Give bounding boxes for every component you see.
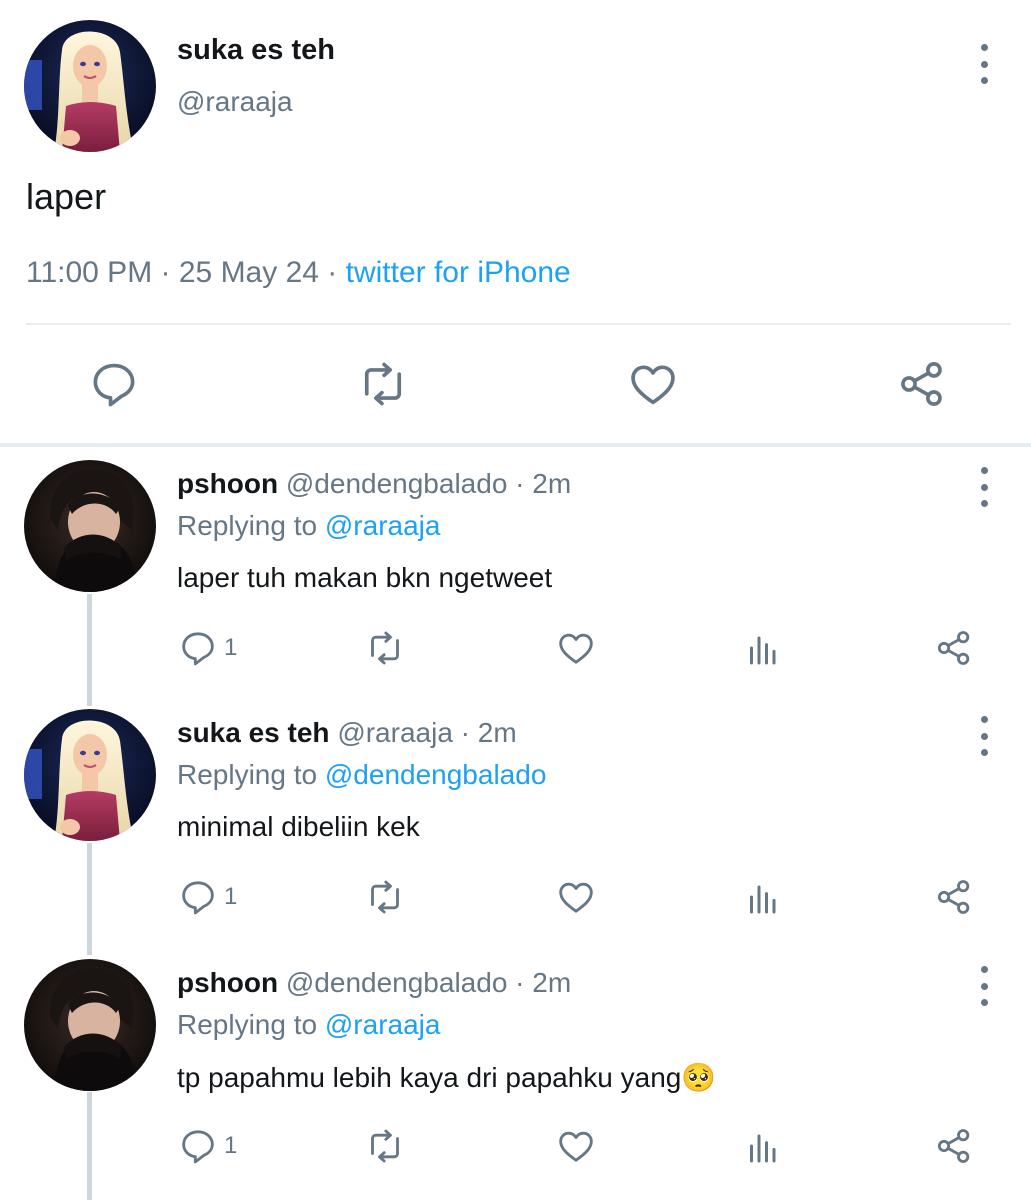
like-action[interactable] bbox=[556, 877, 596, 917]
thread-line bbox=[87, 843, 92, 955]
tweet-source-link[interactable]: twitter for iPhone bbox=[346, 256, 571, 289]
share-icon[interactable] bbox=[896, 358, 948, 410]
more-options-icon[interactable] bbox=[976, 966, 992, 1006]
reply-icon[interactable] bbox=[88, 358, 140, 410]
pleading-face-emoji: 🥺 bbox=[681, 1062, 717, 1093]
analytics-icon[interactable] bbox=[744, 628, 784, 668]
tweet-time: 11:00 PM bbox=[26, 256, 153, 289]
retweet-icon[interactable] bbox=[365, 877, 405, 917]
analytics-action[interactable] bbox=[744, 877, 784, 917]
replying-to-link[interactable]: @dendengbalado bbox=[325, 759, 547, 790]
reply-count: 1 bbox=[224, 634, 238, 661]
share-icon[interactable] bbox=[934, 628, 974, 668]
author-name[interactable]: suka es teh bbox=[177, 34, 335, 67]
replying-label: Replying to bbox=[177, 510, 318, 541]
retweet-icon[interactable] bbox=[357, 358, 409, 410]
thread-line bbox=[87, 594, 92, 706]
reply-count: 1 bbox=[224, 1132, 238, 1159]
retweet-icon[interactable] bbox=[365, 1126, 405, 1166]
more-options-icon[interactable] bbox=[976, 716, 992, 756]
replying-to-link[interactable]: @raraaja bbox=[325, 1009, 441, 1040]
replying-label: Replying to bbox=[177, 1009, 318, 1040]
section-separator bbox=[0, 443, 1031, 447]
analytics-icon[interactable] bbox=[744, 1126, 784, 1166]
share-action[interactable] bbox=[934, 1126, 974, 1166]
reply-age: 2m bbox=[532, 468, 572, 499]
reply-action[interactable]: 1 bbox=[178, 628, 237, 668]
reply-count: 1 bbox=[224, 883, 238, 910]
reply-text: minimal dibeliin kek bbox=[177, 811, 420, 842]
reply-age: 2m bbox=[532, 967, 572, 998]
share-icon[interactable] bbox=[934, 1126, 974, 1166]
divider bbox=[26, 323, 1011, 325]
retweet-action[interactable] bbox=[365, 877, 405, 917]
more-options-icon[interactable] bbox=[976, 44, 992, 84]
replying-to: Replying to @raraaja bbox=[177, 510, 440, 542]
reply-header: pshoon @dendengbalado · 2m bbox=[177, 967, 572, 998]
retweet-action[interactable] bbox=[365, 1126, 405, 1166]
reply-author-name[interactable]: pshoon bbox=[177, 468, 278, 499]
reply-header: suka es teh @raraaja · 2m bbox=[177, 717, 517, 748]
like-action[interactable] bbox=[556, 628, 596, 668]
replying-to-link[interactable]: @raraaja bbox=[325, 510, 441, 541]
reply-author-handle[interactable]: @dendengbalado bbox=[286, 967, 508, 998]
analytics-action[interactable] bbox=[744, 628, 784, 668]
retweet-action[interactable] bbox=[365, 628, 405, 668]
tweet-meta: 11:00 PM · 25 May 24 · twitter for iPhon… bbox=[26, 256, 571, 289]
like-icon[interactable] bbox=[627, 358, 679, 410]
share-action[interactable] bbox=[934, 628, 974, 668]
retweet-icon[interactable] bbox=[365, 628, 405, 668]
analytics-action[interactable] bbox=[744, 1126, 784, 1166]
replying-label: Replying to bbox=[177, 759, 318, 790]
reply-icon[interactable] bbox=[178, 877, 218, 917]
analytics-icon[interactable] bbox=[744, 877, 784, 917]
reply-text: laper tuh makan bkn ngetweet bbox=[177, 562, 553, 593]
more-options-icon[interactable] bbox=[976, 467, 992, 507]
reply-avatar[interactable] bbox=[24, 959, 156, 1091]
reply-author-handle[interactable]: @raraaja bbox=[337, 717, 453, 748]
like-icon[interactable] bbox=[556, 877, 596, 917]
thread-line bbox=[87, 1092, 92, 1200]
replying-to: Replying to @raraaja bbox=[177, 1009, 440, 1041]
reply-text: tp papahmu lebih kaya dri papahku yang🥺 bbox=[177, 1061, 716, 1094]
reply-author-name[interactable]: pshoon bbox=[177, 967, 278, 998]
reply-author-handle[interactable]: @dendengbalado bbox=[286, 468, 508, 499]
reply-author-name[interactable]: suka es teh bbox=[177, 717, 330, 748]
reply-action[interactable]: 1 bbox=[178, 1126, 237, 1166]
reply-icon[interactable] bbox=[178, 1126, 218, 1166]
share-icon[interactable] bbox=[934, 877, 974, 917]
like-action[interactable] bbox=[556, 1126, 596, 1166]
replying-to: Replying to @dendengbalado bbox=[177, 759, 546, 791]
share-action[interactable] bbox=[934, 877, 974, 917]
like-icon[interactable] bbox=[556, 1126, 596, 1166]
reply-header: pshoon @dendengbalado · 2m bbox=[177, 468, 572, 499]
tweet-text: laper bbox=[26, 176, 107, 217]
like-icon[interactable] bbox=[556, 628, 596, 668]
tweet-date: 25 May 24 bbox=[178, 256, 319, 289]
author-handle[interactable]: @raraaja bbox=[177, 86, 293, 118]
reply-text-content: tp papahmu lebih kaya dri papahku yang bbox=[177, 1062, 682, 1093]
reply-action[interactable]: 1 bbox=[178, 877, 237, 917]
reply-avatar[interactable] bbox=[24, 460, 156, 592]
reply-icon[interactable] bbox=[178, 628, 218, 668]
reply-avatar[interactable] bbox=[24, 709, 156, 841]
reply-age: 2m bbox=[477, 717, 517, 748]
author-avatar[interactable] bbox=[24, 20, 156, 152]
